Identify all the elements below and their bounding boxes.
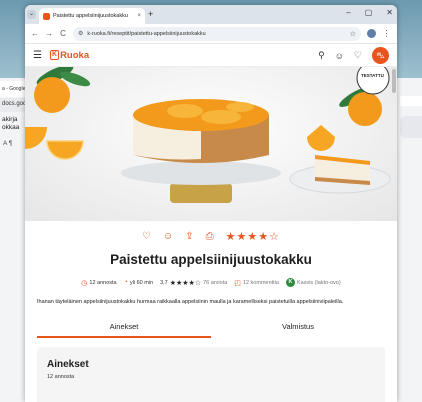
- profile-avatar[interactable]: [367, 29, 376, 38]
- comment-bubble-icon: ◰: [234, 279, 241, 287]
- tab-title: Paistettu appelsiinijuustokakku: [53, 13, 128, 19]
- background-format-icons[interactable]: A ¶: [0, 140, 25, 147]
- tab-valmistus[interactable]: Valmistus: [211, 322, 385, 338]
- recipe-content: ♡ ☺ ⇪ ⎙ ★★★★☆ Paistettu appelsiinijuusto…: [25, 221, 397, 402]
- comment-icon[interactable]: ☺: [163, 231, 173, 242]
- rating-info[interactable]: 3,7 ★★★★☆ 76 arviota: [160, 279, 227, 287]
- close-window-button[interactable]: ✕: [386, 8, 393, 17]
- favorites-heart-icon[interactable]: ♡: [354, 50, 362, 61]
- caramelized-orange-slice: [226, 102, 254, 112]
- address-bar[interactable]: ⚙ k-ruoka.fi/reseptit/paistettu-appelsii…: [73, 26, 361, 41]
- window-controls: – ▢ ✕: [346, 8, 393, 17]
- active-tab[interactable]: Paistettu appelsiinijuustokakku ×: [39, 8, 145, 24]
- recipe-tabs: Ainekset Valmistus: [37, 322, 385, 338]
- minimize-button[interactable]: –: [346, 8, 350, 17]
- diet-text: Kasvis (lakto-ovo): [296, 279, 341, 286]
- servings-icon: ◷: [81, 279, 88, 287]
- back-button[interactable]: ←: [31, 29, 39, 38]
- reload-button[interactable]: C: [59, 29, 67, 38]
- tab-search-icon[interactable]: ⌄: [27, 10, 36, 19]
- site-header: ☰ K Ruoka ⚲ ☺ ♡ ⛍: [25, 44, 397, 67]
- orange-slice: [46, 140, 84, 160]
- hamburger-menu-icon[interactable]: ☰: [33, 50, 45, 61]
- print-icon[interactable]: ⎙: [206, 231, 214, 242]
- new-tab-button[interactable]: +: [148, 9, 153, 19]
- background-doc-line: akirja: [2, 116, 18, 123]
- time-info: ◔ yli 60 min: [124, 279, 153, 286]
- logo-k: K: [50, 50, 60, 60]
- caramelized-orange-slice: [201, 110, 241, 124]
- header-actions: ⚲ ☺ ♡ ⛍: [318, 47, 389, 64]
- rating-value: 3,7: [160, 279, 168, 286]
- comments-info[interactable]: ◰ 12 kommenttia: [234, 279, 279, 287]
- background-tab[interactable]: a - Google: [0, 81, 25, 97]
- background-right-bar: [400, 96, 422, 106]
- background-doc-line: okkaa: [2, 124, 20, 131]
- orange-slice: [25, 127, 47, 149]
- cheesecake-illustration: [25, 67, 391, 203]
- share-icon[interactable]: ⇪: [185, 231, 193, 242]
- browser-menu-icon[interactable]: ⋮: [382, 29, 391, 38]
- orange-slice: [307, 125, 335, 151]
- k-ruoka-logo[interactable]: K Ruoka: [50, 50, 89, 61]
- background-url[interactable]: docs.goo: [0, 98, 25, 112]
- tested-badge: [356, 67, 390, 95]
- browser-window: ⌄ Paistettu appelsiinijuustokakku × + – …: [25, 5, 397, 402]
- logo-text: Ruoka: [60, 49, 90, 61]
- recipe-actions: ♡ ☺ ⇪ ⎙ ★★★★☆: [25, 221, 397, 243]
- recipe-title: Paistettu appelsiinijuustokakku: [110, 252, 312, 267]
- favorite-heart-icon[interactable]: ♡: [142, 231, 151, 242]
- scrollbar-thumb[interactable]: [392, 69, 396, 93]
- rating-count: 76 arviota: [203, 279, 228, 286]
- url-text[interactable]: k-ruoka.fi/reseptit/paistettu-appelsiini…: [87, 31, 345, 37]
- tab-ainekset[interactable]: Ainekset: [37, 322, 211, 338]
- ingredients-title: Ainekset: [47, 359, 89, 370]
- background-side-button[interactable]: [400, 116, 422, 138]
- stand-plate: [121, 161, 281, 185]
- search-icon[interactable]: ⚲: [318, 50, 325, 61]
- caramelized-orange-slice: [167, 104, 203, 118]
- browser-toolbar: ← → C ⚙ k-ruoka.fi/reseptit/paistettu-ap…: [25, 24, 397, 44]
- recipe-meta: ◷ 12 annosta ◔ yli 60 min 3,7 ★★★★☆ 76 a…: [25, 278, 397, 287]
- site-info-icon[interactable]: ⚙: [78, 30, 83, 37]
- ingredients-panel: Ainekset 12 annosta: [37, 347, 385, 402]
- ingredients-servings: 12 annosta: [47, 374, 75, 380]
- recipe-description: Ihanan täyteläinen appelsiinijuustokakku…: [37, 299, 344, 305]
- background-doc-text: akirja okkaa: [0, 116, 25, 132]
- diet-info: K Kasvis (lakto-ovo): [285, 278, 341, 287]
- maximize-button[interactable]: ▢: [365, 8, 373, 17]
- shopping-basket-button[interactable]: ⛍: [372, 47, 389, 64]
- chef-hat-icon[interactable]: ☺: [335, 51, 344, 61]
- tab-strip: ⌄ Paistettu appelsiinijuustokakku × + – …: [25, 5, 397, 24]
- bookmark-star-icon[interactable]: ☆: [350, 30, 356, 38]
- servings-info: ◷ 12 annosta: [81, 279, 116, 287]
- rating-stars[interactable]: ★★★★☆: [226, 230, 280, 243]
- time-text: yli 60 min: [129, 279, 154, 286]
- recipe-hero-image: TESTATTU: [25, 67, 397, 221]
- servings-text: 12 annosta: [89, 279, 117, 286]
- tab-close-icon[interactable]: ×: [137, 13, 145, 19]
- orange-fruit: [348, 92, 382, 126]
- vegetarian-badge-icon: K: [285, 278, 295, 287]
- orange-fruit: [34, 77, 70, 113]
- comments-text: 12 kommenttia: [242, 279, 279, 286]
- favicon-icon: [43, 12, 50, 20]
- meta-stars: ★★★★☆: [169, 279, 202, 287]
- tested-badge-label: TESTATTU: [361, 73, 384, 78]
- forward-button[interactable]: →: [45, 29, 53, 38]
- stand-base: [170, 183, 232, 203]
- clock-icon: ◔: [123, 279, 128, 286]
